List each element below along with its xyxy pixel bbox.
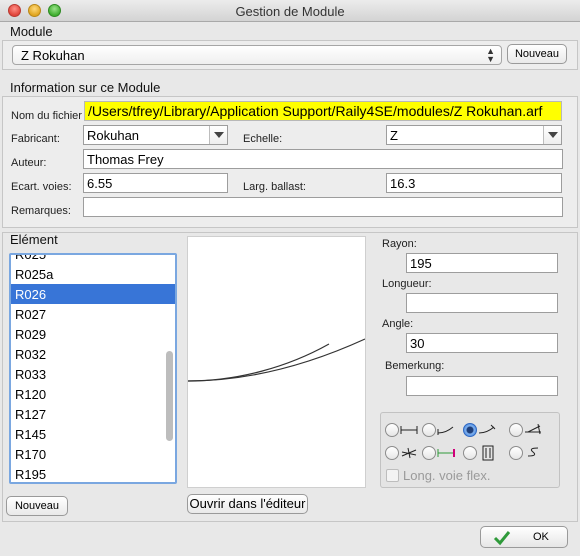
track-type-group: Long. voie flex.	[380, 412, 560, 488]
angle-field[interactable]: 30	[406, 333, 558, 353]
remarks-label: Remarques:	[11, 205, 71, 217]
list-item[interactable]: R145	[11, 424, 175, 444]
manufacturer-value: Rokuhan	[87, 128, 140, 143]
list-item[interactable]: R027	[11, 304, 175, 324]
crossing-icon	[401, 447, 417, 459]
bumper-type-radio[interactable]	[422, 446, 436, 460]
curved-track-drawing	[187, 338, 366, 382]
turntable-icon	[482, 445, 494, 461]
list-item[interactable]: R195	[11, 464, 175, 482]
scale-value: Z	[390, 128, 398, 143]
list-item[interactable]: R033	[11, 364, 175, 384]
ok-button[interactable]: OK	[480, 526, 568, 548]
bumper-icon	[437, 449, 455, 457]
dropdown-arrow-icon[interactable]	[209, 126, 227, 144]
list-item[interactable]: R170	[11, 444, 175, 464]
list-item[interactable]: R025	[11, 255, 175, 264]
title-bar: Gestion de Module	[0, 0, 580, 22]
list-item[interactable]: R127	[11, 404, 175, 424]
curve-alt-type-radio[interactable]	[463, 423, 477, 437]
track-preview	[187, 236, 366, 488]
list-scrollbar[interactable]	[166, 351, 173, 441]
scale-combo[interactable]: Z	[386, 125, 562, 145]
angle-label: Angle:	[382, 318, 414, 330]
module-select[interactable]: Z Rokuhan ▲ ▼	[12, 45, 502, 65]
remark-field[interactable]	[406, 376, 558, 396]
turnout-type-radio[interactable]	[509, 423, 523, 437]
list-item[interactable]: R120	[11, 384, 175, 404]
turnout-icon	[525, 424, 541, 435]
straight-track-icon	[400, 426, 418, 434]
checkmark-icon	[493, 531, 511, 546]
list-item-selected[interactable]: R026	[11, 284, 175, 304]
track-spacing-field[interactable]: 6.55	[83, 173, 228, 193]
ok-button-label: OK	[533, 531, 549, 543]
window-title: Gestion de Module	[235, 4, 345, 19]
module-section-label: Module	[10, 24, 53, 39]
flex-track-checkbox[interactable]	[386, 469, 399, 482]
manufacturer-label: Fabricant:	[11, 133, 60, 145]
curve-track-icon	[478, 424, 496, 434]
radius-label: Rayon:	[382, 238, 417, 250]
new-element-button[interactable]: Nouveau	[6, 496, 68, 516]
list-item[interactable]: R032	[11, 344, 175, 364]
straight-type-radio[interactable]	[385, 423, 399, 437]
list-item[interactable]: R029	[11, 324, 175, 344]
manufacturer-combo[interactable]: Rokuhan	[83, 125, 228, 145]
element-list[interactable]: R025 R025a R026 R027 R029 R032 R033 R120…	[9, 253, 177, 484]
curve-type-radio[interactable]	[422, 423, 436, 437]
remark-label: Bemerkung:	[385, 360, 445, 372]
crossing-type-radio[interactable]	[385, 446, 399, 460]
author-field[interactable]: Thomas Frey	[83, 149, 563, 169]
track-spacing-label: Ecart. voies:	[11, 181, 72, 193]
s-curve-icon	[527, 447, 539, 457]
s-curve-type-radio[interactable]	[509, 446, 523, 460]
length-label: Longueur:	[382, 278, 432, 290]
module-select-value: Z Rokuhan	[21, 48, 85, 63]
ballast-width-label: Larg. ballast:	[243, 181, 306, 193]
file-name-label: Nom du fichier	[11, 110, 82, 122]
radius-field[interactable]: 195	[406, 253, 558, 273]
turntable-type-radio[interactable]	[463, 446, 477, 460]
updown-arrows-icon: ▲ ▼	[486, 46, 495, 64]
new-module-button[interactable]: Nouveau	[507, 44, 567, 64]
dropdown-arrow-icon[interactable]	[543, 126, 561, 144]
author-label: Auteur:	[11, 157, 47, 169]
info-section-label: Information sur ce Module	[10, 80, 161, 95]
ballast-width-field[interactable]: 16.3	[386, 173, 562, 193]
remarks-field[interactable]	[83, 197, 563, 217]
list-item[interactable]: R025a	[11, 264, 175, 284]
scale-label: Echelle:	[243, 133, 283, 145]
open-editor-button[interactable]: Ouvrir dans l'éditeur	[187, 494, 308, 514]
file-name-field[interactable]: /Users/tfrey/Library/Application Support…	[84, 101, 562, 121]
length-field[interactable]	[406, 293, 558, 313]
flex-track-label: Long. voie flex.	[403, 468, 491, 483]
curved-track-icon	[437, 426, 454, 435]
